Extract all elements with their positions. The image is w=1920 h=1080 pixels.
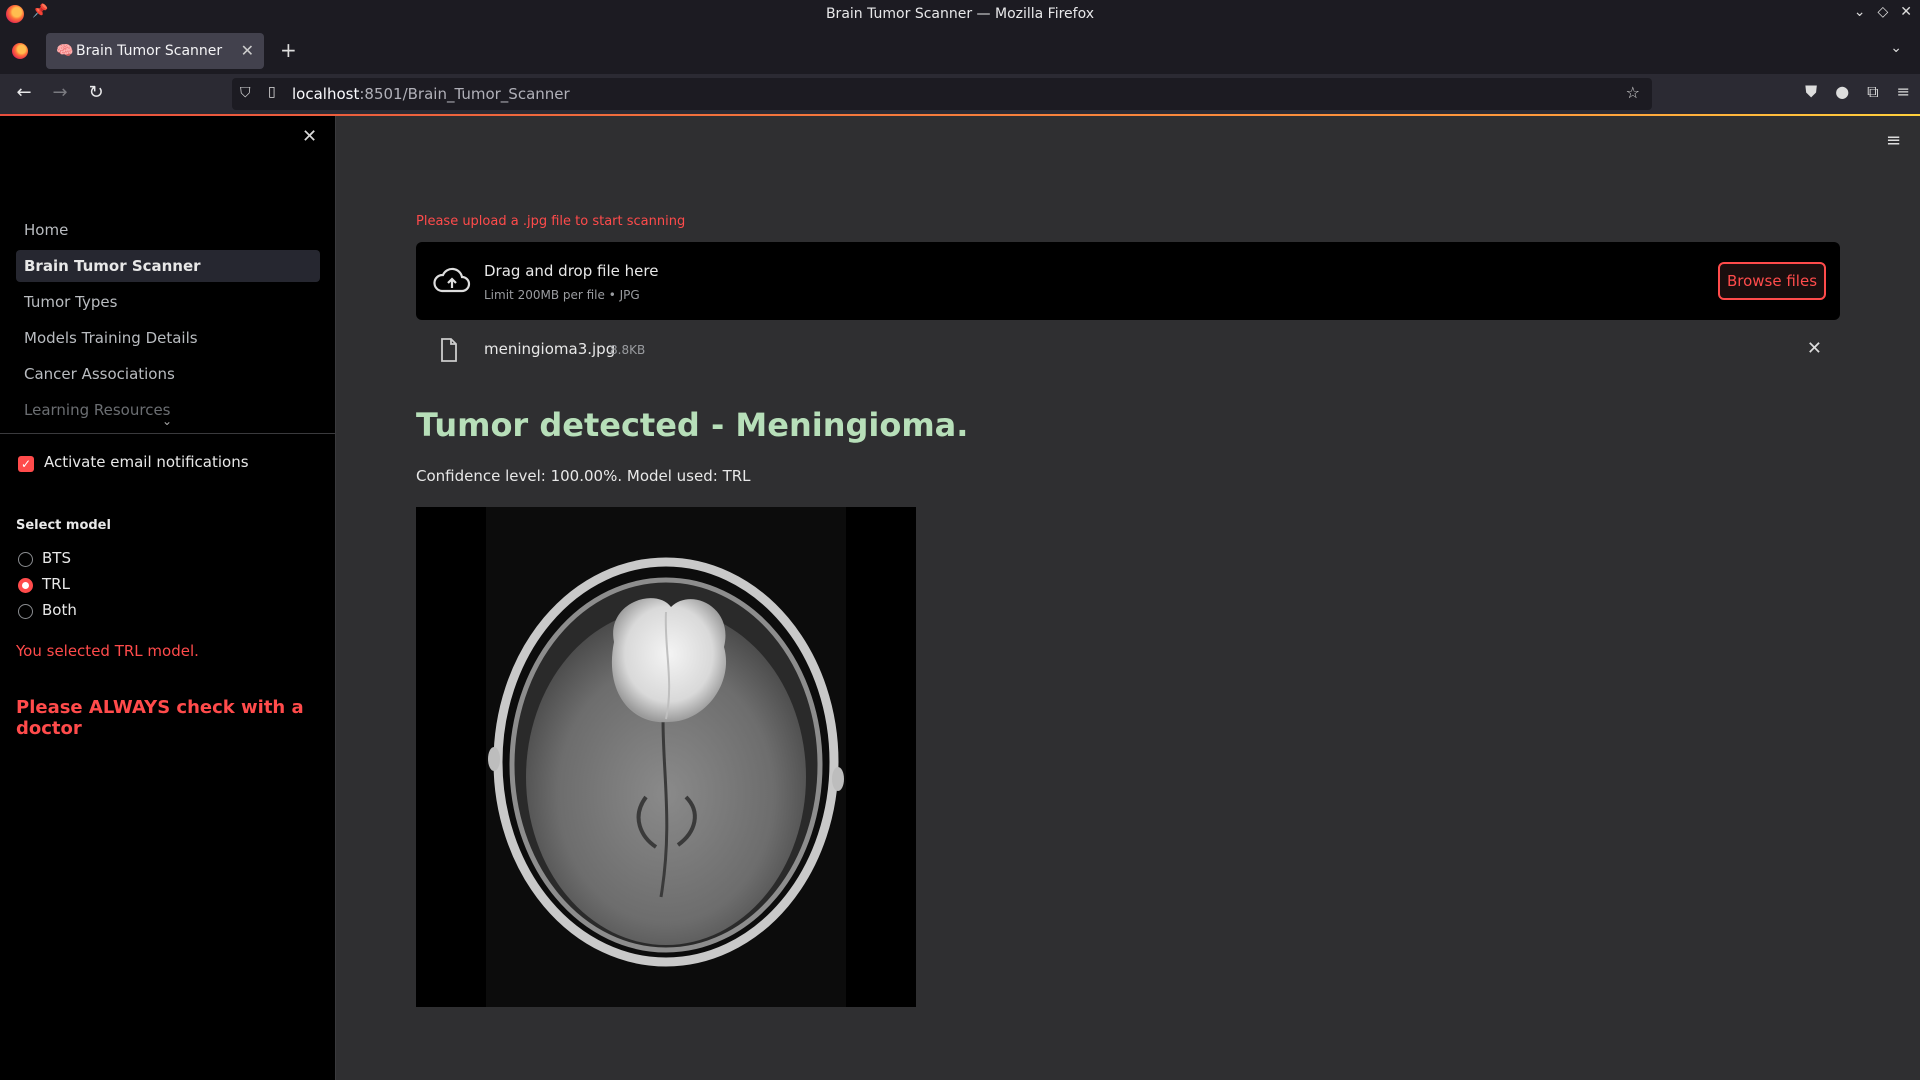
sidebar-item-home[interactable]: Home (16, 214, 320, 246)
file-dropzone[interactable]: Drag and drop file here Limit 200MB per … (416, 242, 1840, 320)
radio-label-bts[interactable]: BTS (42, 549, 71, 567)
sidebar-close-icon[interactable]: ✕ (302, 126, 317, 147)
sidebar-item-cancer-associations[interactable]: Cancer Associations (16, 358, 320, 390)
radio-label-trl[interactable]: TRL (42, 575, 70, 593)
email-notifications-label[interactable]: Activate email notifications (44, 453, 249, 471)
minimize-icon[interactable]: ⌄ (1854, 4, 1866, 20)
sidebar-item-brain-tumor-scanner[interactable]: Brain Tumor Scanner (16, 250, 320, 282)
sidebar-item-models-training-details[interactable]: Models Training Details (16, 322, 320, 354)
radio-label-both[interactable]: Both (42, 601, 77, 619)
mri-scan-image (416, 507, 916, 1007)
sidebar-divider (0, 433, 336, 434)
file-icon (441, 338, 457, 362)
maximize-icon[interactable]: ◇ (1877, 4, 1888, 20)
main-menu-icon[interactable]: ≡ (1886, 130, 1901, 151)
dropzone-limit: Limit 200MB per file • JPG (484, 288, 640, 302)
navigation-bar: ← → ↻ ⛉ ▯ localhost:8501/Brain_Tumor_Sca… (0, 74, 1920, 114)
radio-bts[interactable] (18, 552, 33, 567)
app-menu-icon[interactable]: ≡ (1897, 82, 1910, 102)
dropzone-title: Drag and drop file here (484, 262, 659, 280)
tracking-shield-icon[interactable]: ⛉ (240, 85, 251, 101)
remove-file-icon[interactable]: ✕ (1807, 338, 1822, 359)
cloud-upload-icon (433, 267, 471, 293)
confidence-text: Confidence level: 100.00%. Model used: T… (416, 467, 751, 485)
doctor-warning: Please ALWAYS check with a doctor (16, 697, 304, 739)
pocket-icon[interactable]: ⛊ (1805, 82, 1817, 102)
close-window-icon[interactable]: ✕ (1900, 4, 1912, 20)
forward-icon[interactable]: → (48, 82, 72, 103)
file-name: meningioma3.jpg (484, 340, 616, 358)
back-icon[interactable]: ← (12, 82, 36, 103)
account-icon[interactable]: ● (1835, 82, 1849, 102)
browse-files-button[interactable]: Browse files (1718, 262, 1826, 300)
sidebar: ✕ Home Brain Tumor Scanner Tumor Types M… (0, 116, 336, 1080)
window-title: Brain Tumor Scanner — Mozilla Firefox (825, 6, 1095, 22)
tab-brain-tumor-scanner[interactable]: 🧠 Brain Tumor Scanner ✕ (46, 33, 264, 69)
reload-icon[interactable]: ↻ (84, 82, 108, 103)
selected-model-message: You selected TRL model. (16, 642, 199, 660)
tab-title: Brain Tumor Scanner (76, 43, 223, 59)
page-info-icon[interactable]: ▯ (268, 84, 276, 100)
extensions-icon[interactable]: ⧉ (1867, 82, 1878, 102)
sidebar-item-tumor-types[interactable]: Tumor Types (16, 286, 320, 318)
radio-trl[interactable] (18, 578, 33, 593)
url-text[interactable]: localhost:8501/Brain_Tumor_Scanner (292, 85, 570, 103)
uploaded-file-row: meningioma3.jpg 8.8KB ✕ (416, 334, 1840, 368)
select-model-label: Select model (16, 518, 111, 533)
list-all-tabs-icon[interactable]: ⌄ (1890, 40, 1902, 56)
url-bar[interactable]: ⛉ ▯ localhost:8501/Brain_Tumor_Scanner ☆ (232, 78, 1652, 110)
email-notifications-checkbox[interactable]: ✓ (18, 456, 34, 472)
upload-hint: Please upload a .jpg file to start scann… (416, 214, 686, 229)
result-title: Tumor detected - Meningioma. (416, 406, 969, 444)
new-tab-icon[interactable]: + (280, 40, 297, 60)
file-size: 8.8KB (610, 343, 646, 357)
tab-bar: 🧠 Brain Tumor Scanner ✕ + ⌄ (0, 28, 1920, 74)
window-titlebar: 📌 Brain Tumor Scanner — Mozilla Firefox … (0, 0, 1920, 28)
brain-favicon-icon: 🧠 (56, 43, 74, 59)
tab-close-icon[interactable]: ✕ (241, 41, 254, 60)
bookmark-star-icon[interactable]: ☆ (1626, 83, 1640, 102)
radio-both[interactable] (18, 604, 33, 619)
firefox-view-icon[interactable] (12, 43, 28, 59)
chevron-down-icon[interactable]: ⌄ (162, 414, 172, 428)
